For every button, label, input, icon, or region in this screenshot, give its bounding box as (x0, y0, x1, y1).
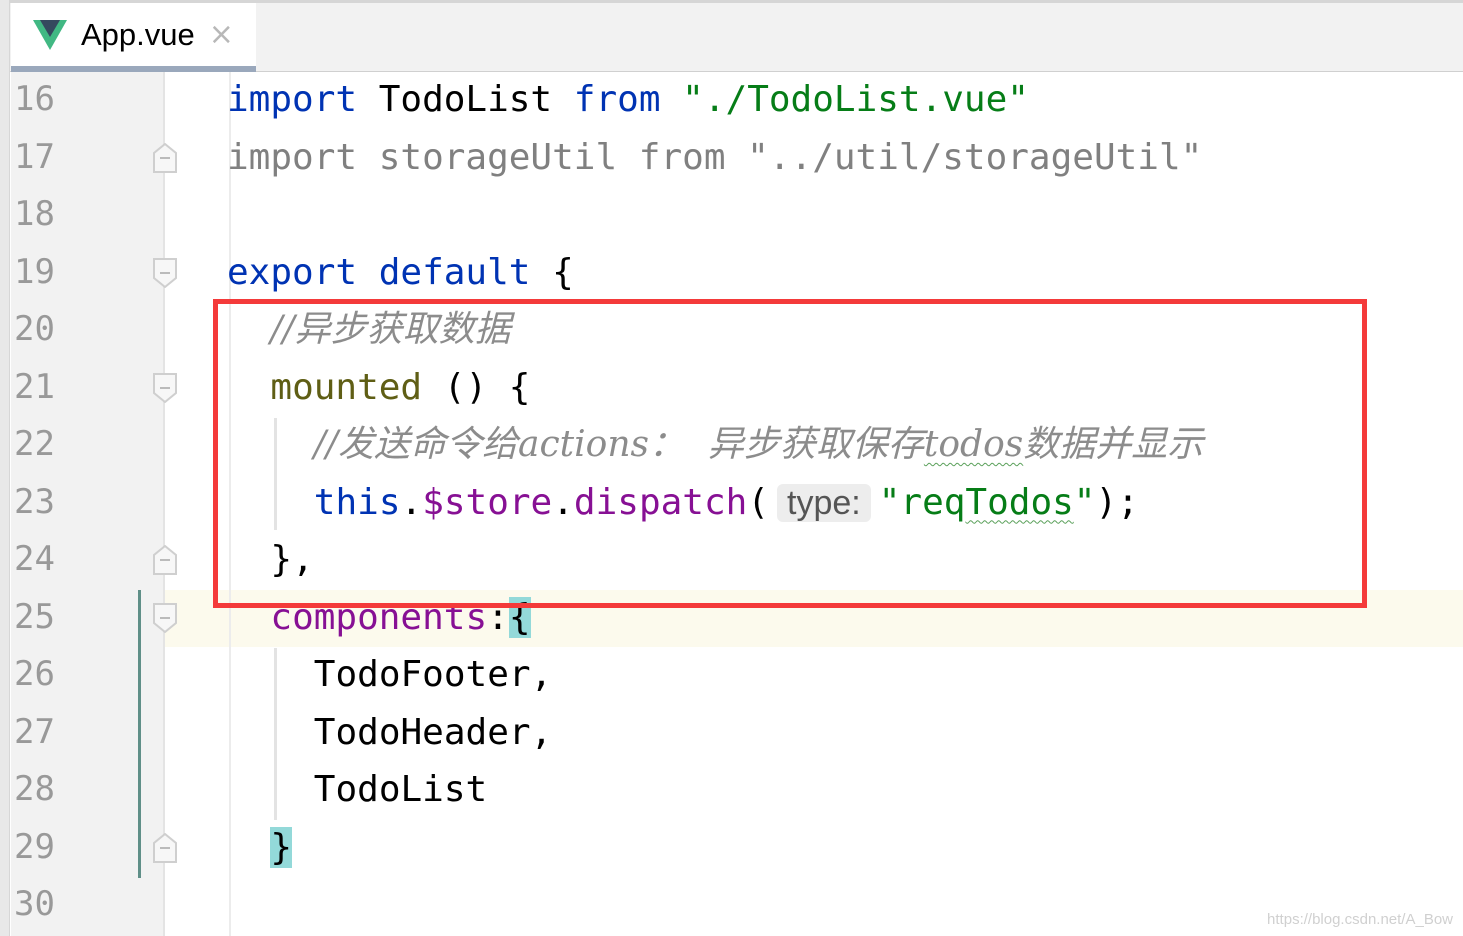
line-number: 30 (14, 884, 55, 924)
line-number: 25 (14, 596, 55, 637)
code-token: TodoHeader, (313, 711, 553, 753)
code-token: import storageUtil from "../util/storage… (227, 136, 1203, 178)
line-number: 21 (14, 366, 55, 407)
code-token: TodoList (313, 769, 488, 810)
indent-guide (274, 648, 277, 820)
code-line[interactable]: import storageUtil from "../util/storage… (227, 129, 1202, 187)
line-number: 28 (14, 769, 55, 809)
code-token: import (227, 79, 379, 120)
line-number: 16 (14, 79, 55, 119)
fold-toggle-icon[interactable] (153, 545, 177, 575)
code-line[interactable]: TodoHeader, (314, 704, 552, 762)
line-number: 22 (14, 424, 55, 464)
line-number: 27 (14, 711, 55, 752)
line-number: 24 (14, 539, 55, 579)
fold-toggle-icon[interactable] (153, 372, 177, 403)
code-line[interactable]: TodoFooter, (314, 646, 552, 704)
annotation-highlight-box (213, 299, 1367, 608)
code-token: export default (227, 251, 553, 293)
code-token: TodoFooter, (313, 654, 553, 695)
watermark: https://blog.csdn.net/A_Bow (1267, 911, 1453, 928)
code-line[interactable]: } (270, 819, 293, 877)
side-tool-strip (0, 0, 10, 936)
code-line[interactable]: TodoList (314, 761, 487, 819)
close-tab-icon[interactable]: × (209, 17, 234, 52)
line-number: 26 (14, 654, 55, 694)
line-number: 19 (14, 251, 55, 292)
line-number: 29 (14, 826, 55, 867)
vcs-change-marker[interactable] (138, 590, 141, 878)
code-token: from (573, 79, 683, 120)
fold-toggle-icon[interactable] (153, 602, 177, 633)
code-token: TodoList (378, 79, 574, 120)
line-number: 18 (14, 194, 55, 234)
line-number: 23 (14, 481, 55, 522)
code-token: { (552, 251, 574, 293)
line-number: 17 (14, 136, 55, 177)
code-line[interactable]: import TodoList from "./TodoList.vue" (227, 71, 1029, 129)
fold-toggle-icon[interactable] (153, 832, 177, 863)
line-number: 20 (14, 309, 55, 349)
code-token: } (270, 826, 293, 868)
code-token: "./TodoList.vue" (682, 79, 1029, 120)
vue-logo-icon (33, 19, 67, 50)
tab-title: App.vue (81, 16, 195, 52)
tab-app-vue[interactable]: App.vue × (11, 3, 256, 72)
fold-toggle-icon[interactable] (153, 142, 177, 173)
code-line[interactable]: export default { (227, 244, 574, 302)
fold-toggle-icon[interactable] (153, 257, 177, 288)
